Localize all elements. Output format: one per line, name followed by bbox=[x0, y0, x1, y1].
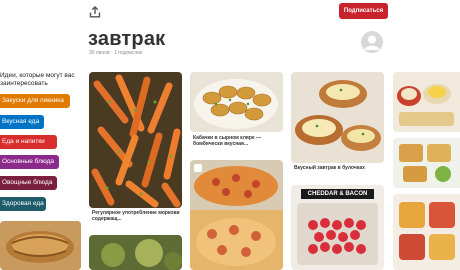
tag-tasty-food[interactable]: Вкусная еда bbox=[0, 115, 44, 129]
pin-image-toasts[interactable] bbox=[393, 138, 460, 188]
related-ideas-heading: Идеи, которые могут вас заинтересовать bbox=[0, 72, 75, 87]
kabachki-photo bbox=[190, 72, 283, 132]
pin-caption-carrots[interactable]: Регулярное употребление моркови содержащ… bbox=[92, 210, 180, 222]
pin-image-carrots[interactable] bbox=[89, 72, 182, 208]
pin-image-tarts[interactable] bbox=[393, 194, 460, 270]
pin-badge-icon bbox=[194, 164, 202, 172]
tag-vegetable-dishes[interactable]: Овощные блюда bbox=[0, 176, 57, 190]
subscribe-button[interactable]: Подписаться bbox=[339, 3, 388, 19]
board-meta: 30 пинов · 1 подписчик bbox=[89, 50, 143, 56]
user-icon bbox=[364, 35, 380, 50]
tag-picnic-snacks[interactable]: Закуски для пикника bbox=[0, 94, 70, 108]
board-page: Подписаться завтрак 30 пинов · 1 подписч… bbox=[0, 0, 460, 270]
pin-caption-bun[interactable]: Вкусный завтрак в булочках bbox=[294, 165, 382, 171]
bowls-photo bbox=[393, 72, 460, 132]
page-title: завтрак bbox=[88, 28, 166, 50]
toasts-photo bbox=[393, 138, 460, 188]
greens-photo bbox=[89, 235, 182, 270]
pin-image-pizza[interactable] bbox=[190, 160, 283, 270]
pin-image-breakfast-bowls[interactable] bbox=[393, 72, 460, 132]
pin-image-pastry[interactable] bbox=[0, 221, 81, 270]
pin-image-cheddar[interactable]: CHEDDAR & BACON bbox=[291, 185, 384, 270]
tag-food-drinks[interactable]: Еда и напитки bbox=[0, 135, 57, 149]
tarts-photo bbox=[393, 194, 460, 270]
pin-image-bun[interactable] bbox=[291, 72, 384, 163]
pizza-photo bbox=[190, 160, 283, 270]
tag-main-dishes[interactable]: Основные блюда bbox=[0, 155, 59, 169]
tag-healthy-food[interactable]: Здоровая еда bbox=[0, 197, 46, 211]
pin-image-kabachki[interactable] bbox=[190, 72, 283, 132]
bun-photo bbox=[291, 72, 384, 163]
pin-banner-text: CHEDDAR & BACON bbox=[301, 189, 374, 199]
pin-image-greens[interactable] bbox=[89, 235, 182, 270]
pastry-photo bbox=[0, 221, 81, 270]
pin-caption-kabachki[interactable]: Кабачки в сырном кляре — бомбически вкус… bbox=[193, 135, 281, 147]
share-icon[interactable] bbox=[89, 6, 101, 18]
carrots-photo bbox=[89, 72, 182, 208]
avatar[interactable] bbox=[361, 31, 383, 53]
